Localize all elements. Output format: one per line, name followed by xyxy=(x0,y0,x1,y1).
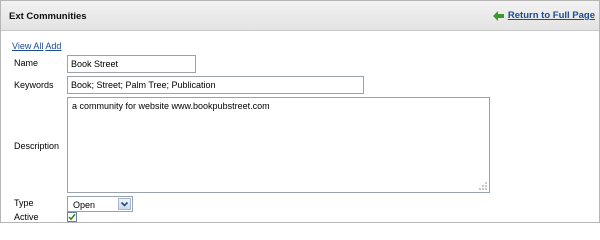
active-checkbox[interactable] xyxy=(67,212,77,222)
chevron-down-icon xyxy=(120,201,129,207)
portlet-titlebar: Ext Communities Return to Full Page xyxy=(1,1,599,31)
type-select[interactable]: Open xyxy=(67,196,133,212)
resize-grip-icon[interactable] xyxy=(479,182,487,190)
return-to-full-page[interactable]: Return to Full Page xyxy=(492,10,595,21)
type-selected-value: Open xyxy=(73,200,96,210)
portlet-title: Ext Communities xyxy=(9,11,87,22)
name-label: Name xyxy=(14,58,39,68)
description-text: a community for website www.bookpubstree… xyxy=(72,101,270,111)
description-label: Description xyxy=(14,141,60,151)
action-links: View All Add xyxy=(12,41,61,51)
add-link[interactable]: Add xyxy=(45,41,61,51)
name-field[interactable]: Book Street xyxy=(67,55,196,73)
type-label: Type xyxy=(14,198,34,208)
keywords-label: Keywords xyxy=(14,80,54,90)
return-arrow-icon xyxy=(492,10,504,21)
description-field[interactable]: a community for website www.bookpubstree… xyxy=(67,97,490,193)
type-dropdown-button[interactable] xyxy=(118,198,131,210)
check-icon xyxy=(68,213,76,221)
view-all-link[interactable]: View All xyxy=(12,41,43,51)
return-link[interactable]: Return to Full Page xyxy=(508,10,595,21)
active-label: Active xyxy=(14,212,39,222)
communities-portlet: Ext Communities Return to Full Page View… xyxy=(0,0,600,223)
keywords-field[interactable]: Book; Street; Palm Tree; Publication xyxy=(67,76,364,94)
